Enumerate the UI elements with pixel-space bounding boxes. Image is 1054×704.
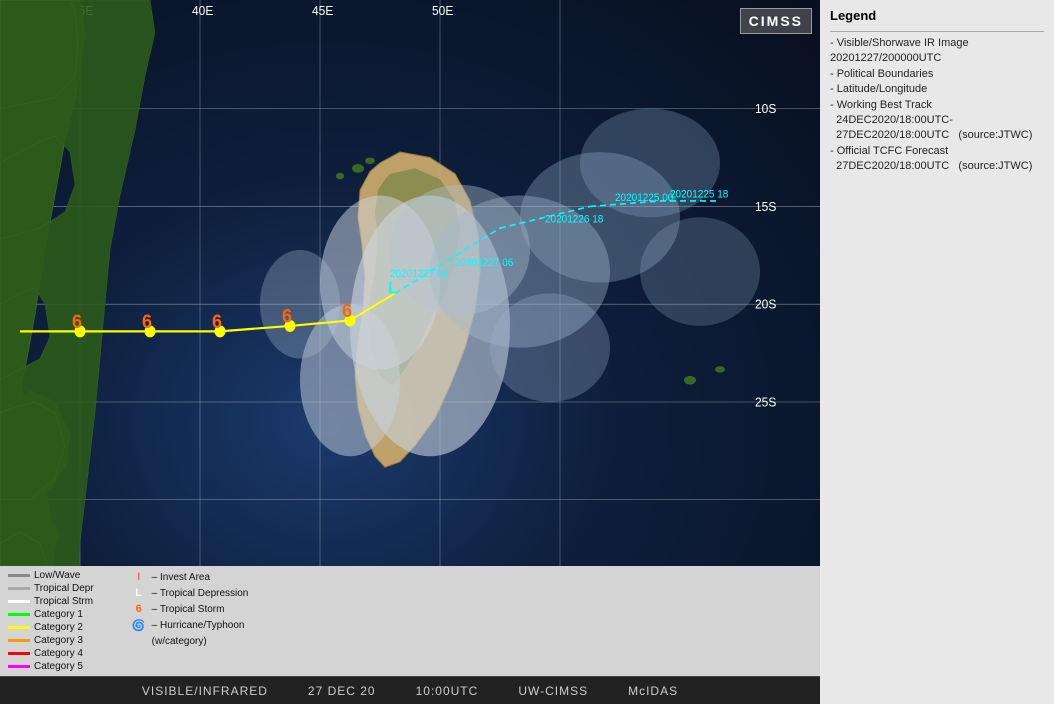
cat3-swatch bbox=[8, 639, 30, 642]
legend-item-trop-strm: Tropical Strm bbox=[8, 596, 94, 607]
cimss-logo: CIMSS bbox=[740, 8, 812, 34]
legend-content: - Visible/Shorwave IR Image20201227/2000… bbox=[830, 36, 1044, 175]
legend-item-cat2: Category 2 bbox=[8, 622, 94, 633]
status-date: 27 DEC 20 bbox=[308, 684, 376, 698]
legend-item-trop-dep-sym: L – Tropical Depression bbox=[130, 586, 249, 600]
legend-text-line: 24DEC2020/18:00UTC- bbox=[830, 113, 1044, 128]
legend-text-line: - Political Boundaries bbox=[830, 67, 1044, 82]
legend-label-trop-strm: Tropical Strm bbox=[34, 596, 93, 607]
legend-label-cat4: Category 4 bbox=[34, 648, 83, 659]
svg-text:15S: 15S bbox=[755, 199, 776, 214]
legend-text-line: 27DEC2020/18:00UTC (source:JTWC) bbox=[830, 128, 1044, 143]
svg-text:25S: 25S bbox=[755, 395, 776, 410]
bottom-legend: Low/Wave Tropical Depr Tropical Strm Cat… bbox=[0, 566, 820, 676]
svg-text:20201226 18: 20201226 18 bbox=[545, 214, 604, 225]
legend-label-trop-dep: Tropical Depr bbox=[34, 583, 94, 594]
status-source: UW-CIMSS bbox=[518, 684, 588, 698]
legend-label-cat3: Category 3 bbox=[34, 635, 83, 646]
status-type: VISIBLE/INFRARED bbox=[142, 684, 268, 698]
legend-text-line: 27DEC2020/18:00UTC (source:JTWC) bbox=[830, 159, 1044, 174]
legend-item-invest: I – Invest Area bbox=[130, 570, 249, 584]
svg-text:20201225 18: 20201225 18 bbox=[670, 189, 729, 200]
legend-item-low-wave: Low/Wave bbox=[8, 570, 94, 581]
svg-text:45E: 45E bbox=[312, 4, 333, 19]
legend-label-invest: – Invest Area bbox=[152, 572, 210, 583]
map-panel: 35E 40E 45E 50E 10S 15S 20S 25S bbox=[0, 0, 820, 704]
invest-icon: I bbox=[130, 570, 148, 584]
legend-item-cat3: Category 3 bbox=[8, 635, 94, 646]
legend-label-cat2: Category 2 bbox=[34, 622, 83, 633]
legend-text-line: - Working Best Track bbox=[830, 98, 1044, 113]
legend-label-cat5: Category 5 bbox=[34, 661, 83, 672]
trop-dep-swatch bbox=[8, 587, 30, 590]
trop-strm-icon: 6 bbox=[130, 602, 148, 616]
main-container: 35E 40E 45E 50E 10S 15S 20S 25S bbox=[0, 0, 1054, 704]
legend-item-cat1: Category 1 bbox=[8, 609, 94, 620]
legend-item-trop-dep: Tropical Depr bbox=[8, 583, 94, 594]
legend-text-line: - Official TCFC Forecast bbox=[830, 144, 1044, 159]
legend-item-cat4: Category 4 bbox=[8, 648, 94, 659]
legend-text-line: - Latitude/Longitude bbox=[830, 82, 1044, 97]
legend-label-trop-strm-sym: – Tropical Storm bbox=[152, 604, 225, 615]
legend-label-hurricane-sym: – Hurricane/Typhoon bbox=[152, 620, 245, 631]
legend-text-line: - Visible/Shorwave IR Image bbox=[830, 36, 1044, 51]
status-bar: VISIBLE/INFRARED 27 DEC 20 10:00UTC UW-C… bbox=[0, 676, 820, 704]
cat5-swatch bbox=[8, 665, 30, 668]
svg-text:6: 6 bbox=[142, 310, 152, 332]
svg-text:50E: 50E bbox=[432, 4, 453, 19]
status-tool: McIDAS bbox=[628, 684, 678, 698]
legend-item-cat5: Category 5 bbox=[8, 661, 94, 672]
svg-text:20S: 20S bbox=[755, 297, 776, 312]
cat1-swatch bbox=[8, 613, 30, 616]
svg-text:10S: 10S bbox=[755, 102, 776, 117]
svg-text:20201227 06: 20201227 06 bbox=[390, 269, 449, 280]
hurricane-icon: 🌀 bbox=[130, 618, 148, 632]
legend-item-hurricane-sym: 🌀 – Hurricane/Typhoon bbox=[130, 618, 249, 632]
legend-panel: Legend - Visible/Shorwave IR Image202012… bbox=[820, 0, 1054, 704]
svg-text:6: 6 bbox=[342, 300, 352, 322]
legend-item-with-cat: (w/category) bbox=[130, 634, 249, 648]
svg-text:40E: 40E bbox=[192, 4, 213, 19]
svg-text:20201225 00: 20201225 00 bbox=[615, 193, 674, 204]
svg-text:20201227 06: 20201227 06 bbox=[455, 258, 514, 269]
trop-dep-icon: L bbox=[130, 586, 148, 600]
with-cat-icon bbox=[130, 634, 148, 648]
cat2-swatch bbox=[8, 626, 30, 629]
svg-text:L: L bbox=[388, 278, 398, 298]
legend-title: Legend bbox=[830, 8, 1044, 23]
svg-text:6: 6 bbox=[72, 310, 82, 332]
low-wave-swatch bbox=[8, 574, 30, 577]
status-time: 10:00UTC bbox=[416, 684, 479, 698]
legend-divider bbox=[830, 31, 1044, 32]
legend-label-cat1: Category 1 bbox=[34, 609, 83, 620]
legend-label-trop-dep-sym: – Tropical Depression bbox=[152, 588, 249, 599]
legend-item-trop-strm-sym: 6 – Tropical Storm bbox=[130, 602, 249, 616]
legend-label-low-wave: Low/Wave bbox=[34, 570, 80, 581]
track-type-legend: Low/Wave Tropical Depr Tropical Strm Cat… bbox=[8, 570, 94, 672]
legend-text-line: 20201227/200000UTC bbox=[830, 51, 1044, 66]
cat4-swatch bbox=[8, 652, 30, 655]
symbol-legend: I – Invest Area L – Tropical Depression … bbox=[130, 570, 249, 648]
svg-text:6: 6 bbox=[282, 305, 292, 327]
legend-label-with-cat: (w/category) bbox=[152, 636, 207, 647]
trop-strm-swatch bbox=[8, 600, 30, 603]
svg-text:6: 6 bbox=[212, 310, 222, 332]
